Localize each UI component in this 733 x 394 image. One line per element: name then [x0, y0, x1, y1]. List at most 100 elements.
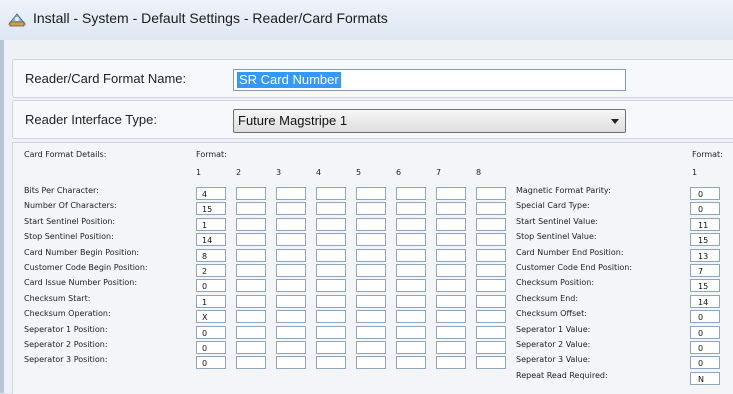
format-value-field[interactable]	[396, 249, 426, 262]
right-value-field[interactable]: 0	[690, 187, 720, 200]
format-value-field[interactable]	[436, 310, 466, 323]
format-value-field[interactable]	[436, 233, 466, 246]
format-value-field[interactable]	[476, 233, 506, 246]
format-value-field[interactable]	[436, 264, 466, 277]
format-value-field[interactable]	[356, 295, 386, 308]
format-value-field[interactable]	[316, 341, 346, 354]
format-value-field[interactable]	[316, 279, 346, 292]
format-value-field[interactable]	[436, 187, 466, 200]
format-value-field[interactable]	[276, 341, 306, 354]
format-value-field[interactable]	[276, 310, 306, 323]
format-value-field[interactable]	[356, 202, 386, 215]
format-value-field[interactable]	[476, 187, 506, 200]
format-value-field[interactable]: 14	[196, 233, 226, 246]
format-value-field[interactable]	[476, 295, 506, 308]
right-value-field[interactable]: 11	[690, 218, 720, 231]
right-value-field[interactable]: 15	[690, 233, 720, 246]
format-value-field[interactable]	[396, 279, 426, 292]
format-value-field[interactable]	[236, 356, 266, 369]
format-value-field[interactable]	[476, 341, 506, 354]
format-value-field[interactable]	[436, 356, 466, 369]
format-value-field[interactable]: 4	[196, 187, 226, 200]
format-value-field[interactable]	[476, 310, 506, 323]
chevron-down-icon[interactable]	[611, 119, 619, 124]
format-value-field[interactable]	[476, 218, 506, 231]
right-value-field[interactable]: 7	[690, 264, 720, 277]
format-value-field[interactable]	[396, 341, 426, 354]
format-value-field[interactable]	[276, 356, 306, 369]
format-value-field[interactable]: 1	[196, 218, 226, 231]
format-value-field[interactable]	[396, 202, 426, 215]
format-value-field[interactable]	[396, 218, 426, 231]
right-value-field[interactable]: N	[690, 372, 720, 385]
format-value-field[interactable]	[356, 187, 386, 200]
format-value-field[interactable]	[276, 326, 306, 339]
right-value-field[interactable]: 0	[690, 341, 720, 354]
format-value-field[interactable]	[396, 326, 426, 339]
format-value-field[interactable]	[396, 187, 426, 200]
format-value-field[interactable]	[236, 187, 266, 200]
format-value-field[interactable]	[316, 187, 346, 200]
format-value-field[interactable]	[236, 279, 266, 292]
format-value-field[interactable]	[276, 295, 306, 308]
format-value-field[interactable]	[476, 249, 506, 262]
format-value-field[interactable]	[276, 249, 306, 262]
format-value-field[interactable]	[236, 326, 266, 339]
reader-interface-dropdown[interactable]: Future Magstripe 1	[233, 109, 626, 133]
format-name-input[interactable]: SR Card Number	[233, 69, 626, 91]
format-value-field[interactable]	[436, 341, 466, 354]
format-value-field[interactable]	[276, 187, 306, 200]
format-value-field[interactable]	[236, 249, 266, 262]
format-value-field[interactable]: 1	[196, 295, 226, 308]
format-value-field[interactable]: 15	[196, 202, 226, 215]
format-value-field[interactable]	[316, 233, 346, 246]
format-value-field[interactable]	[316, 218, 346, 231]
format-value-field[interactable]	[316, 264, 346, 277]
format-value-field[interactable]	[436, 249, 466, 262]
right-value-field[interactable]: 0	[690, 310, 720, 323]
format-value-field[interactable]	[396, 310, 426, 323]
format-value-field[interactable]	[356, 341, 386, 354]
format-value-field[interactable]	[476, 279, 506, 292]
format-value-field[interactable]	[316, 249, 346, 262]
format-value-field[interactable]	[316, 356, 346, 369]
format-value-field[interactable]	[476, 264, 506, 277]
format-value-field[interactable]	[236, 264, 266, 277]
format-value-field[interactable]	[436, 202, 466, 215]
format-value-field[interactable]	[236, 233, 266, 246]
format-value-field[interactable]	[236, 218, 266, 231]
format-value-field[interactable]	[436, 279, 466, 292]
format-value-field[interactable]	[236, 341, 266, 354]
format-value-field[interactable]	[476, 326, 506, 339]
format-value-field[interactable]: 0	[196, 356, 226, 369]
format-value-field[interactable]	[316, 326, 346, 339]
format-value-field[interactable]	[476, 202, 506, 215]
format-value-field[interactable]	[356, 310, 386, 323]
format-value-field[interactable]	[396, 356, 426, 369]
right-value-field[interactable]: 0	[690, 356, 720, 369]
right-value-field[interactable]: 0	[690, 326, 720, 339]
format-value-field[interactable]	[356, 249, 386, 262]
format-value-field[interactable]	[436, 326, 466, 339]
format-value-field[interactable]	[276, 202, 306, 215]
format-value-field[interactable]	[276, 264, 306, 277]
format-value-field[interactable]	[436, 218, 466, 231]
format-value-field[interactable]	[276, 279, 306, 292]
right-value-field[interactable]: 13	[690, 249, 720, 262]
format-value-field[interactable]: 2	[196, 264, 226, 277]
format-value-field[interactable]: X	[196, 310, 226, 323]
format-value-field[interactable]	[356, 218, 386, 231]
format-value-field[interactable]	[396, 233, 426, 246]
format-value-field[interactable]	[316, 295, 346, 308]
right-value-field[interactable]: 14	[690, 295, 720, 308]
format-value-field[interactable]	[356, 279, 386, 292]
format-value-field[interactable]	[236, 310, 266, 323]
format-value-field[interactable]	[396, 295, 426, 308]
format-value-field[interactable]	[276, 233, 306, 246]
format-value-field[interactable]	[276, 218, 306, 231]
format-value-field[interactable]	[236, 202, 266, 215]
format-value-field[interactable]	[396, 264, 426, 277]
format-value-field[interactable]: 0	[196, 326, 226, 339]
format-value-field[interactable]: 0	[196, 341, 226, 354]
format-value-field[interactable]	[356, 264, 386, 277]
